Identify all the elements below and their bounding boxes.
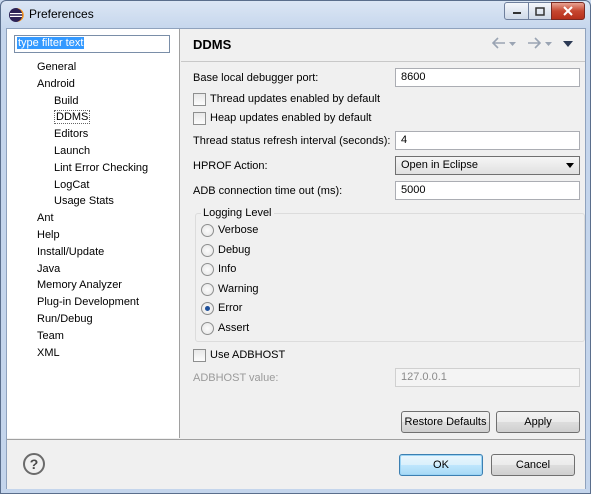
radio-debug[interactable] [201,243,214,257]
adb-timeout-label: ADB connection time out (ms): [193,185,343,197]
use-adbhost-checkbox[interactable] [193,349,206,362]
hprof-action-value: Open in Eclipse [401,159,479,171]
tree-item-label: Run/Debug [37,313,93,325]
tree-item-label: Java [37,262,61,275]
tree-item-java[interactable]: Java [37,262,60,277]
forward-dropdown-icon[interactable] [545,42,552,47]
dialog-button-bar: ? OK Cancel [7,439,585,489]
tree-item-general[interactable]: General [37,60,76,75]
debugger-port-label: Base local debugger port: [193,72,319,84]
heap-updates-label: Heap updates enabled by default [210,112,372,124]
eclipse-icon [9,8,24,22]
tree-item-label: DDMS [54,110,91,125]
thread-updates-checkbox[interactable] [193,93,206,106]
title-separator [181,61,585,62]
tree-item-ddms[interactable]: DDMS [54,110,91,125]
radio-warning[interactable] [201,282,214,296]
preference-tree-pane: type filter text General Android Build DDMS… [7,29,180,438]
tree-item-help[interactable]: Help [37,228,60,243]
back-arrow-icon[interactable] [492,37,506,49]
page-title: DDMS [193,37,232,52]
tree-item-label: Launch [54,145,91,157]
tree-item-label: XML [37,346,60,359]
title-bar[interactable]: Preferences [1,1,590,28]
restore-defaults-button[interactable]: Restore Defaults [401,411,490,433]
tree-item-label: Install/Update [37,245,105,258]
maximize-button[interactable] [528,2,552,20]
radio-label-assert: Assert [218,322,250,334]
view-menu-icon[interactable] [563,41,573,48]
radio-label-debug: Debug [218,243,251,256]
apply-button[interactable]: Apply [496,411,580,433]
logging-level-title: Logging Level [201,206,274,221]
window-title: Preferences [29,7,94,21]
thread-updates-label: Thread updates enabled by default [210,93,381,105]
tree-item-label: LogCat [54,178,90,191]
tree-item-label: Lint Error Checking [54,161,149,174]
tree-item-lint-error-checking[interactable]: Lint Error Checking [54,161,148,176]
close-icon [563,6,573,16]
chevron-down-icon [566,163,574,168]
tree-item-label: Android [37,77,75,90]
tree-item-label: Help [37,229,60,241]
close-button[interactable] [551,2,585,20]
tree-item-label: Team [37,329,64,342]
filter-text: type filter text [17,37,85,49]
tree-item-label: Usage Stats [54,195,114,208]
tree-item-usage-stats[interactable]: Usage Stats [54,194,114,209]
refresh-interval-input[interactable]: 4 [395,131,580,150]
refresh-interval-label: Thread status refresh interval (seconds)… [193,135,391,147]
tree-item-label: Memory Analyzer [37,279,122,292]
dialog-content: type filter text General Android Build DDMS… [6,28,586,489]
tree-item-label: Build [54,94,79,107]
tree-item-memory-analyzer[interactable]: Memory Analyzer [37,278,122,293]
radio-label-info: Info [218,263,237,276]
tree-item-xml[interactable]: XML [37,346,60,361]
adbhost-value-input[interactable]: 127.0.0.1 [395,368,580,387]
help-icon[interactable]: ? [23,453,45,475]
minimize-icon [512,12,521,14]
radio-label-error: Error [218,302,243,315]
heap-updates-checkbox[interactable] [193,112,206,125]
radio-label-verbose: Verbose [218,224,259,236]
tree-item-label: General [37,61,77,73]
filter-input[interactable]: type filter text [14,35,170,53]
cancel-button[interactable]: Cancel [491,454,575,476]
tree-item-android[interactable]: Android [37,77,75,92]
radio-assert[interactable] [201,322,214,335]
tree-item-install-update[interactable]: Install/Update [37,245,104,260]
ok-button[interactable]: OK [399,454,483,476]
minimize-button[interactable] [504,2,529,20]
radio-label-warning: Warning [218,282,259,295]
tree-item-plug-in-development[interactable]: Plug-in Development [37,295,139,310]
tree-item-logcat[interactable]: LogCat [54,178,89,193]
tree-item-launch[interactable]: Launch [54,144,90,159]
radio-verbose[interactable] [201,224,214,237]
tree-item-label: Ant [37,212,54,225]
tree-item-editors[interactable]: Editors [54,127,88,142]
ddms-page: DDMS Base local debugger port: 8600 Thre… [181,29,585,438]
tree-item-run-debug[interactable]: Run/Debug [37,312,93,327]
back-dropdown-icon[interactable] [509,42,516,47]
tree-item-team[interactable]: Team [37,329,64,344]
debugger-port-input[interactable]: 8600 [395,68,580,87]
forward-arrow-icon[interactable] [527,37,541,49]
tree-item-build[interactable]: Build [54,94,78,109]
tree-item-label: Editors [54,128,89,141]
hprof-action-label: HPROF Action: [193,160,268,172]
use-adbhost-label: Use ADBHOST [210,349,286,361]
hprof-action-select[interactable]: Open in Eclipse [395,156,580,175]
maximize-icon [535,6,545,16]
adbhost-value-label: ADBHOST value: [193,372,279,384]
tree-item-label: Plug-in Development [37,296,140,309]
preferences-window: Preferences type filter text General Andr… [0,0,591,494]
tree-item-ant[interactable]: Ant [37,211,54,226]
adb-timeout-input[interactable]: 5000 [395,181,580,200]
